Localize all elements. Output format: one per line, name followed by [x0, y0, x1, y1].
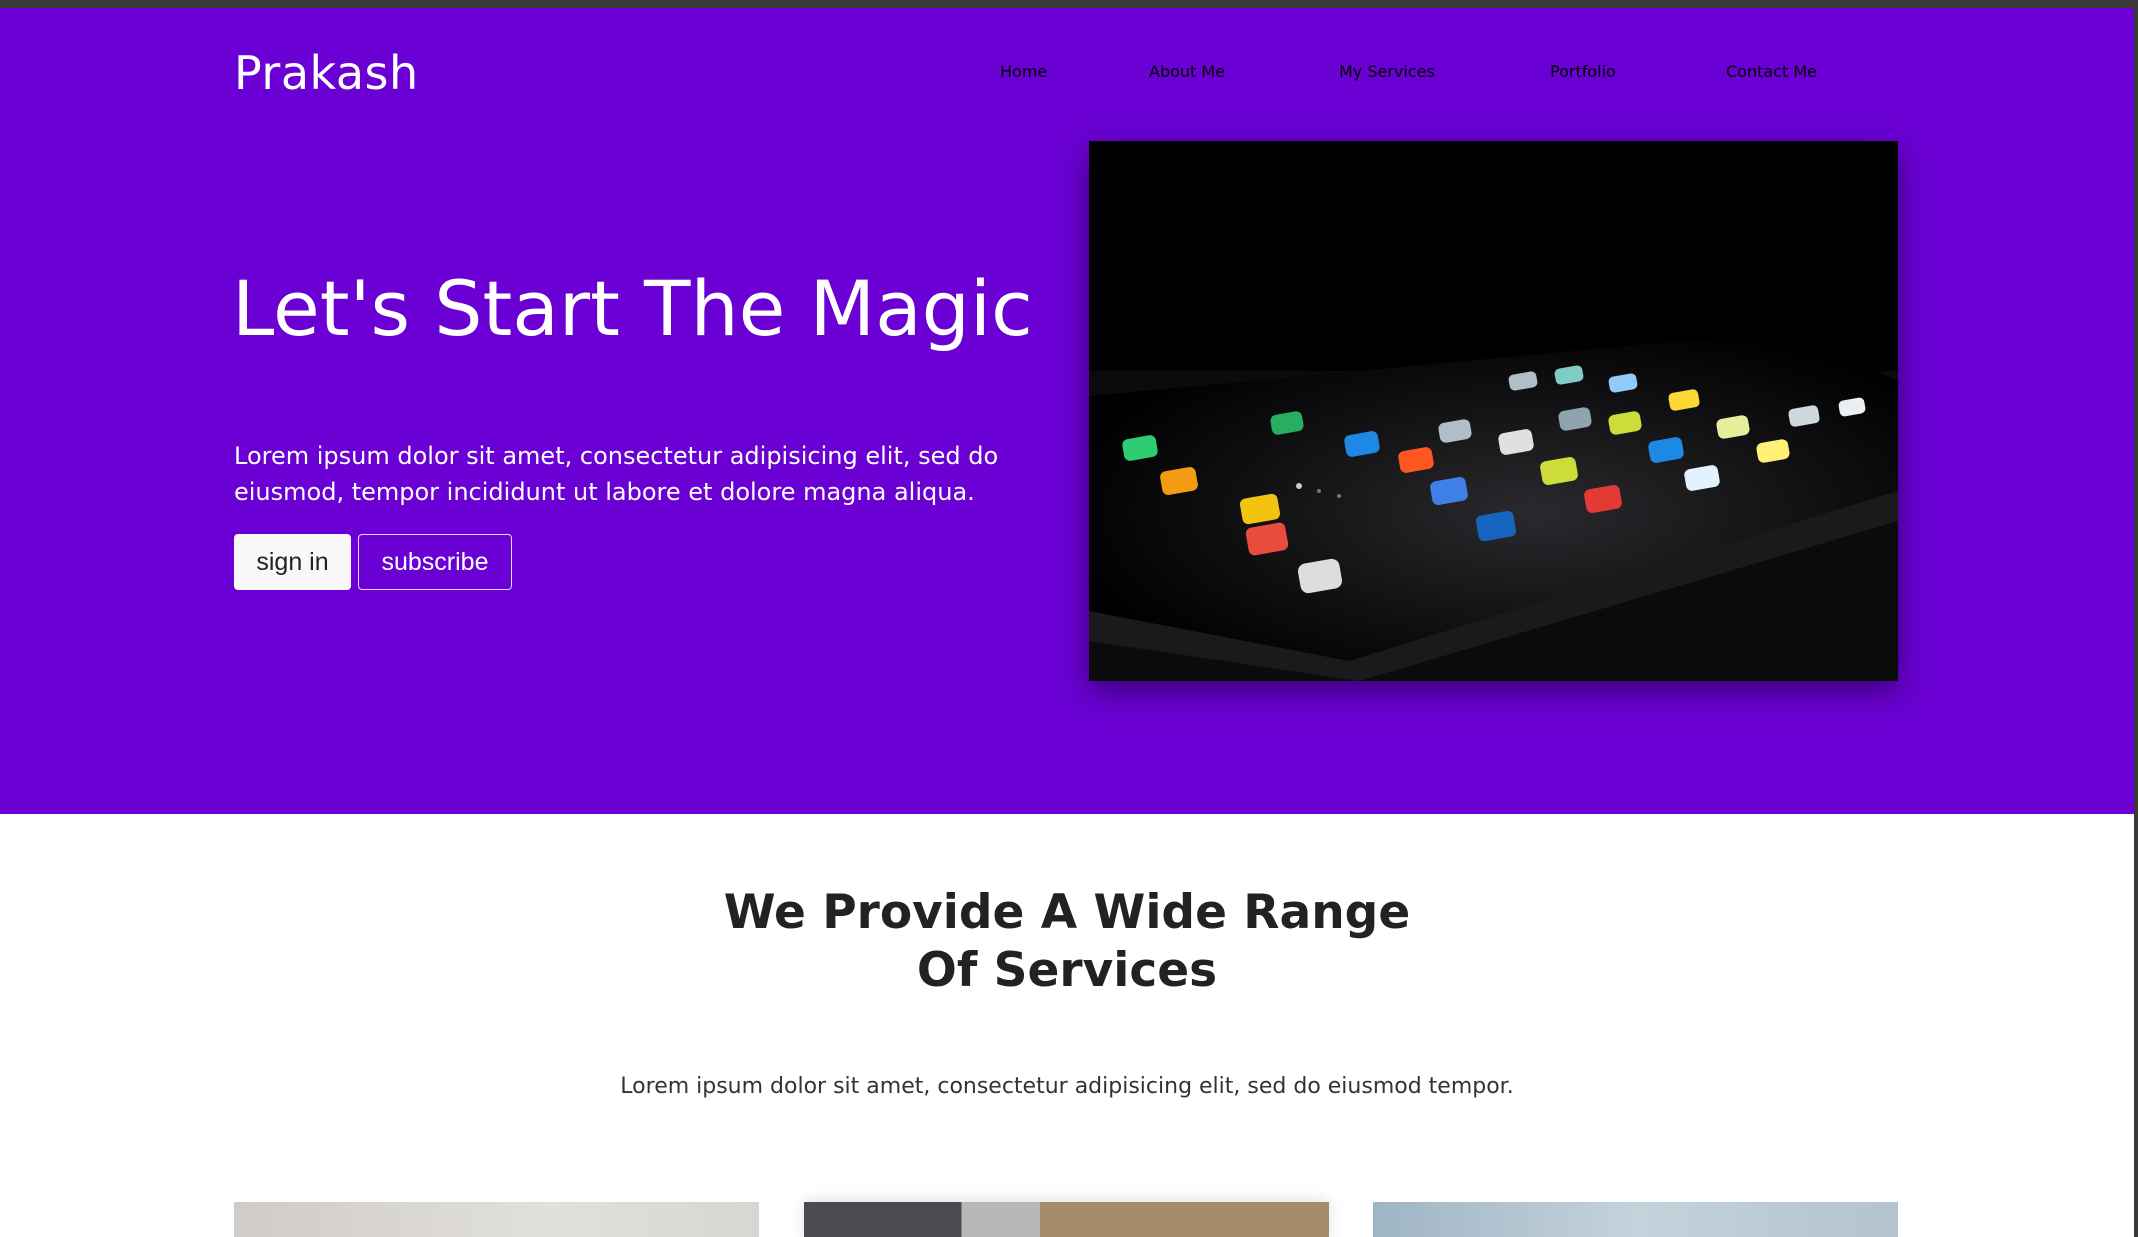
subscribe-button[interactable]: subscribe	[358, 534, 512, 590]
services-description: Lorem ipsum dolor sit amet, consectetur …	[620, 1074, 1514, 1099]
service-card-image[interactable]	[1373, 1202, 1898, 1237]
nav-home[interactable]: Home	[1000, 62, 1047, 81]
hero-image	[1089, 141, 1898, 681]
service-card-image[interactable]	[234, 1202, 759, 1237]
nav-contact-me[interactable]: Contact Me	[1726, 62, 1817, 81]
hero-description: Lorem ipsum dolor sit amet, consectetur …	[234, 442, 999, 506]
nav-my-services[interactable]: My Services	[1339, 62, 1435, 81]
services-heading: We Provide A Wide Range Of Services	[0, 884, 2134, 1000]
nav-about-me[interactable]: About Me	[1149, 62, 1225, 81]
sign-in-button[interactable]: sign in	[234, 534, 351, 590]
brand-logo[interactable]: Prakash	[234, 46, 419, 100]
services-heading-line1: We Provide A Wide Range	[723, 885, 1411, 940]
phone-photo-illustration	[1089, 141, 1898, 681]
page: Prakash Home About Me My Services Portfo…	[0, 8, 2134, 1237]
hero-section: Prakash Home About Me My Services Portfo…	[0, 8, 2134, 814]
window-right-border	[2134, 8, 2138, 1237]
window-top-border	[0, 0, 2138, 8]
services-heading-line2: Of Services	[916, 943, 1218, 998]
nav-portfolio[interactable]: Portfolio	[1550, 62, 1616, 81]
hero-title: Let's Start The Magic	[232, 264, 1033, 353]
service-card-image[interactable]	[804, 1202, 1329, 1237]
